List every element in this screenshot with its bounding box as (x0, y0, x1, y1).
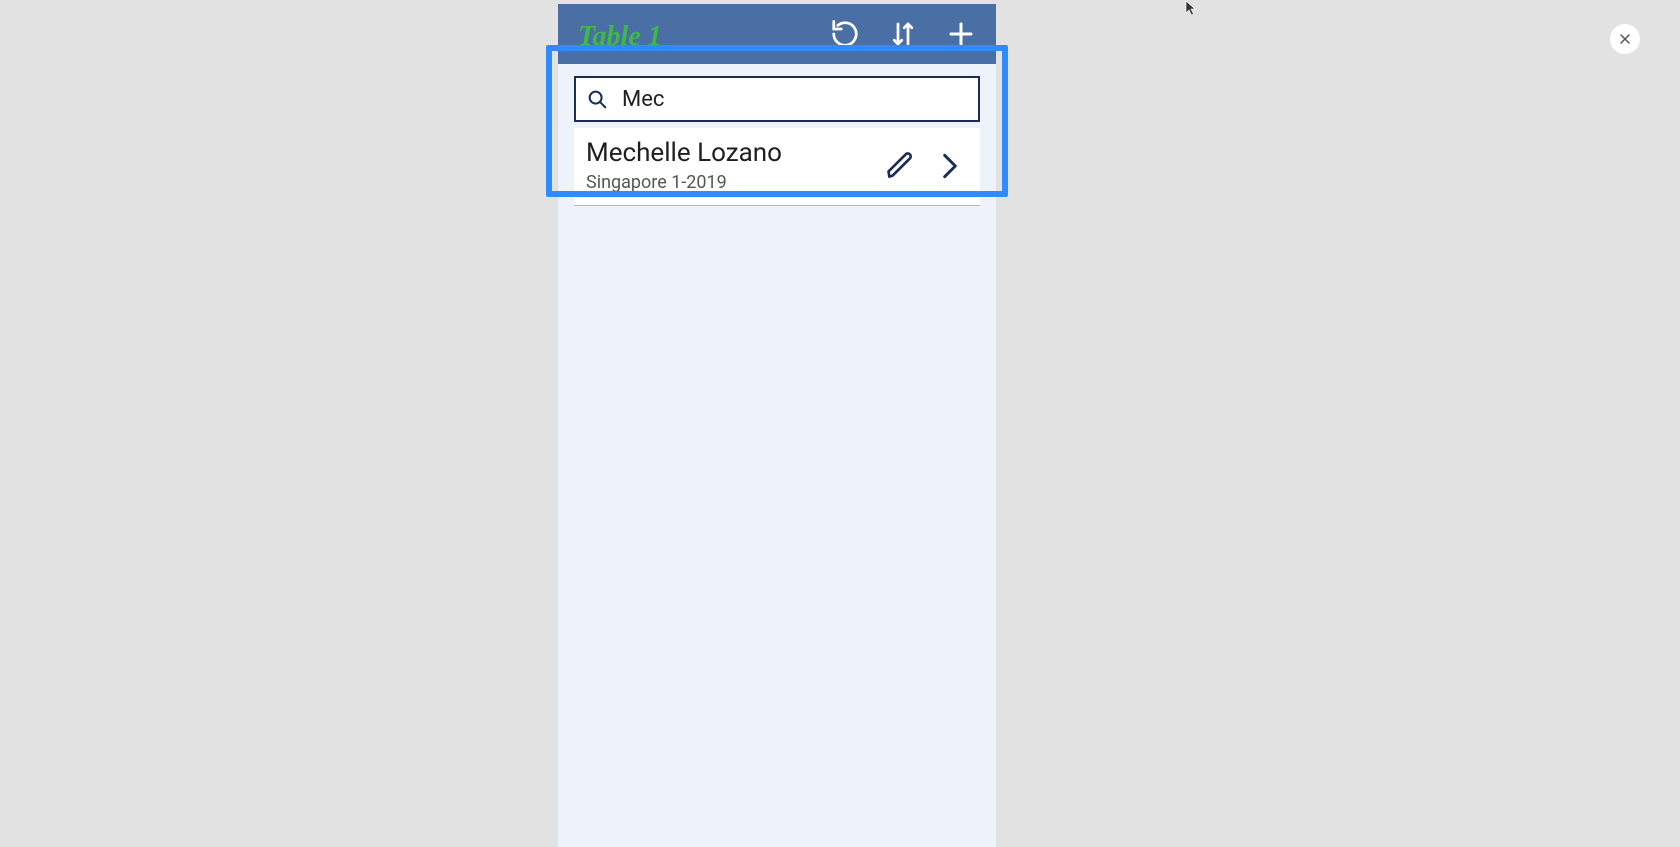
search-container (558, 64, 996, 126)
list-item[interactable]: Mechelle Lozano Singapore 1-2019 (574, 128, 980, 206)
pencil-icon (884, 150, 916, 182)
mouse-cursor (1185, 0, 1199, 18)
list-item-subtitle: Singapore 1-2019 (586, 172, 884, 193)
edit-button[interactable] (884, 150, 916, 182)
refresh-button[interactable] (830, 19, 860, 49)
panel-title: Table 1 (578, 15, 830, 53)
table-panel: Table 1 (558, 4, 996, 847)
search-input[interactable] (608, 87, 968, 112)
plus-icon (946, 19, 976, 49)
list-item-name: Mechelle Lozano (586, 138, 884, 168)
search-icon (586, 88, 608, 110)
chevron-right-icon (934, 150, 966, 182)
close-button[interactable] (1610, 24, 1640, 54)
open-button[interactable] (934, 150, 966, 182)
list-item-text: Mechelle Lozano Singapore 1-2019 (586, 138, 884, 193)
results-list: Mechelle Lozano Singapore 1-2019 (558, 126, 996, 206)
add-button[interactable] (946, 19, 976, 49)
search-box[interactable] (574, 76, 980, 122)
close-icon (1617, 31, 1633, 47)
sort-icon (888, 19, 918, 49)
panel-header: Table 1 (558, 4, 996, 64)
list-item-actions (884, 150, 972, 182)
header-actions (830, 19, 982, 49)
refresh-icon (830, 19, 860, 49)
sort-button[interactable] (888, 19, 918, 49)
